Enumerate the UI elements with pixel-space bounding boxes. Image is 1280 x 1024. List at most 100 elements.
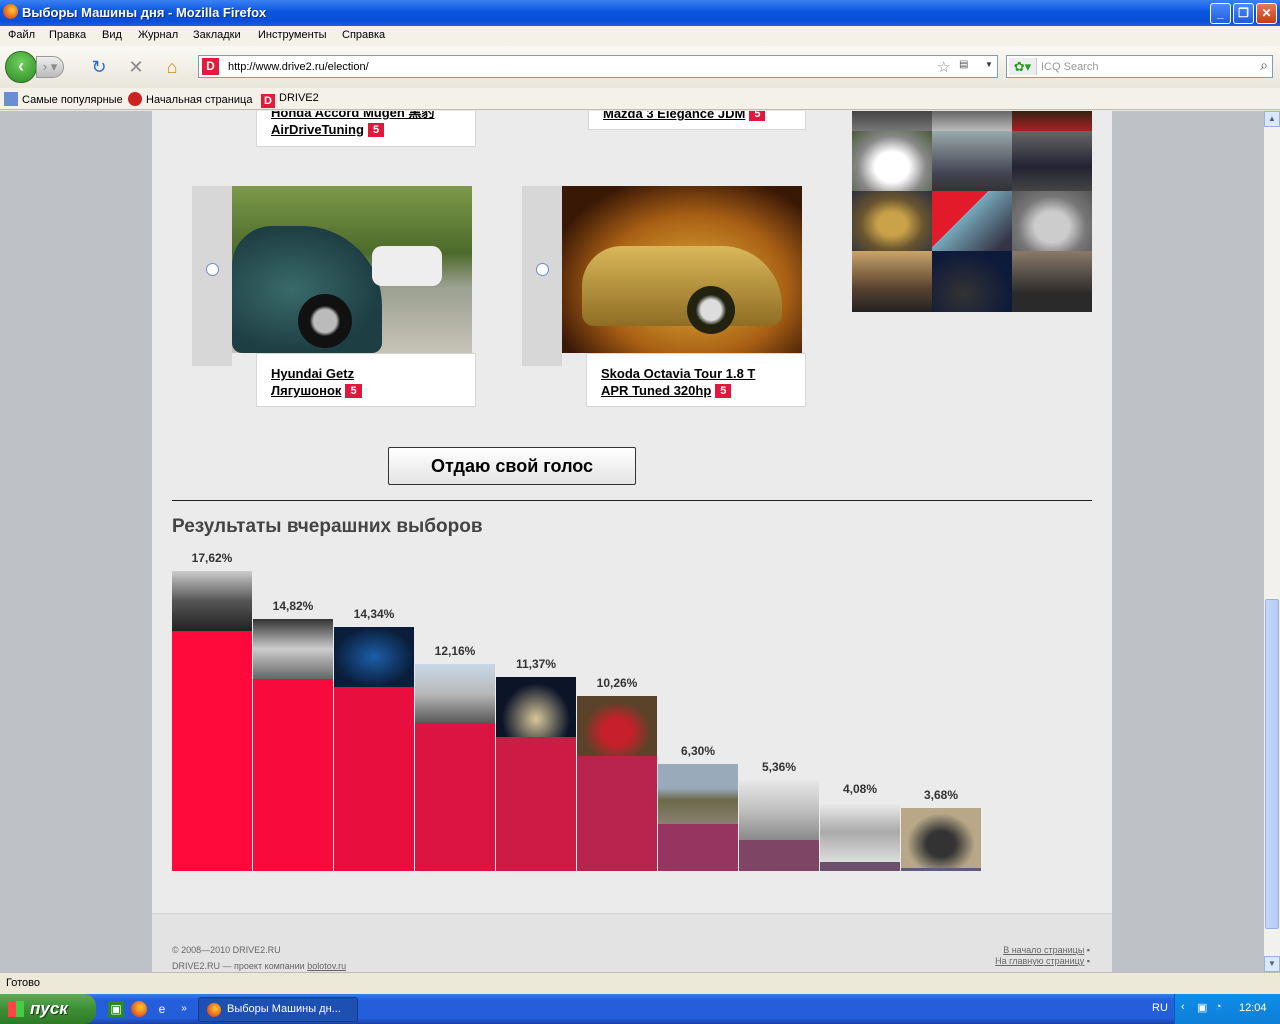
menu-bookmarks[interactable]: Закладки bbox=[193, 29, 241, 41]
rating-badge: 5 bbox=[345, 384, 362, 398]
footer-link-home[interactable]: На главную страницу ▪ bbox=[995, 956, 1090, 966]
bookmark-most-visited[interactable]: Самые популярные bbox=[4, 92, 123, 106]
candidate-link-honda[interactable]: Honda Accord Mugen 黒豹 AirDriveTuning bbox=[271, 111, 434, 137]
candidate-radio-strip bbox=[192, 186, 232, 366]
bookmark-star-icon[interactable]: ☆ bbox=[937, 58, 950, 76]
page-footer: © 2008—2010 DRIVE2.RU DRIVE2.RU — проект… bbox=[152, 913, 1112, 972]
vertical-scrollbar[interactable]: ▲ ▼ bbox=[1264, 111, 1280, 972]
footer-link-top[interactable]: В начало страницы ▪ bbox=[1003, 945, 1090, 955]
close-button[interactable]: ✕ bbox=[1256, 3, 1277, 24]
footer-copyright: © 2008—2010 DRIVE2.RU bbox=[172, 945, 281, 955]
thumbnail[interactable] bbox=[852, 251, 932, 312]
tray-expand-icon[interactable]: ‹ bbox=[1181, 1001, 1185, 1013]
status-text: Готово bbox=[6, 977, 40, 989]
taskbar-firefox-window[interactable]: Выборы Машины дн... bbox=[198, 997, 358, 1022]
result-bar[interactable] bbox=[496, 677, 576, 871]
result-car-thumbnail[interactable] bbox=[739, 780, 819, 840]
thumbnail[interactable] bbox=[852, 131, 932, 191]
menu-history[interactable]: Журнал bbox=[138, 29, 178, 41]
candidate-photo-hyundai[interactable] bbox=[232, 186, 472, 353]
url-text[interactable]: http://www.drive2.ru/election/ bbox=[228, 61, 369, 73]
divider bbox=[172, 500, 1092, 501]
volume-icon[interactable]: ◔ bbox=[1215, 1001, 1222, 1013]
result-percent-label: 4,08% bbox=[842, 782, 878, 796]
back-button[interactable]: ‹ bbox=[5, 51, 37, 83]
result-percent-label: 11,37% bbox=[515, 657, 557, 671]
forward-button[interactable]: › ▾ bbox=[36, 56, 64, 78]
thumbnail[interactable] bbox=[932, 111, 1012, 131]
result-bar[interactable] bbox=[172, 571, 252, 871]
menu-tools[interactable]: Инструменты bbox=[258, 29, 327, 41]
result-car-thumbnail[interactable] bbox=[658, 764, 738, 824]
vote-radio-skoda[interactable] bbox=[536, 263, 549, 276]
bookmark-drive2[interactable]: D DRIVE2 bbox=[261, 92, 319, 108]
search-icon[interactable]: ⌕ bbox=[1260, 57, 1268, 74]
result-percent-label: 14,34% bbox=[353, 607, 395, 621]
menu-file[interactable]: Файл bbox=[8, 29, 35, 41]
menu-edit[interactable]: Правка bbox=[49, 29, 86, 41]
result-bar[interactable] bbox=[253, 619, 333, 871]
url-dropdown-icon[interactable]: ▼ bbox=[985, 60, 993, 69]
candidate-link-mazda[interactable]: Mazda 3 Elegance JDM bbox=[603, 111, 745, 121]
translate-icon[interactable]: ▤ bbox=[959, 59, 968, 70]
result-car-thumbnail[interactable] bbox=[415, 664, 495, 724]
thumbnail[interactable] bbox=[932, 131, 1012, 191]
thumbnail[interactable] bbox=[932, 191, 1012, 251]
result-car-thumbnail[interactable] bbox=[901, 808, 981, 868]
bookmark-start-page[interactable]: Начальная страница bbox=[128, 92, 252, 106]
ie-quicklaunch-icon[interactable]: e bbox=[154, 1001, 170, 1017]
menu-view[interactable]: Вид bbox=[102, 29, 122, 41]
thumbnail[interactable] bbox=[852, 111, 932, 131]
footer-company-link[interactable]: bolotov.ru bbox=[307, 961, 346, 971]
menu-help[interactable]: Справка bbox=[342, 29, 385, 41]
quicklaunch-icon[interactable]: ▣ bbox=[108, 1001, 124, 1017]
bookmark-folder-icon bbox=[4, 92, 18, 106]
candidate-caption-skoda: Skoda Octavia Tour 1.8 T APR Tuned 320hp 5 bbox=[586, 353, 806, 407]
result-car-thumbnail[interactable] bbox=[334, 627, 414, 687]
result-bar[interactable] bbox=[901, 808, 981, 871]
result-percent-label: 3,68% bbox=[923, 788, 959, 802]
candidate-photo-skoda[interactable] bbox=[562, 186, 802, 353]
result-bar[interactable] bbox=[334, 627, 414, 871]
icq-engine-icon[interactable]: ✿▾ bbox=[1009, 58, 1037, 75]
scroll-down-icon[interactable]: ▼ bbox=[1264, 956, 1280, 972]
thumbnail[interactable] bbox=[1012, 251, 1092, 312]
stop-icon[interactable]: ✕ bbox=[125, 56, 147, 78]
result-car-thumbnail[interactable] bbox=[577, 696, 657, 756]
candidate-link-skoda[interactable]: Skoda Octavia Tour 1.8 T APR Tuned 320hp bbox=[601, 366, 755, 398]
quicklaunch-more-icon[interactable]: » bbox=[176, 1001, 192, 1017]
result-car-thumbnail[interactable] bbox=[496, 677, 576, 737]
address-bar[interactable]: D http://www.drive2.ru/election/ ☆ ▤ ▼ bbox=[198, 55, 998, 78]
result-car-thumbnail[interactable] bbox=[253, 619, 333, 679]
search-placeholder[interactable]: ICQ Search bbox=[1041, 61, 1098, 73]
thumbnail[interactable] bbox=[852, 191, 932, 251]
result-bar[interactable] bbox=[820, 802, 900, 871]
maximize-button[interactable]: ❐ bbox=[1233, 3, 1254, 24]
windows-taskbar: пуск ▣ e » Выборы Машины дн... RU ‹ ▣ ◔ … bbox=[0, 994, 1280, 1024]
result-car-thumbnail[interactable] bbox=[820, 802, 900, 862]
minimize-button[interactable]: _ bbox=[1210, 3, 1231, 24]
firefox-quicklaunch-icon[interactable] bbox=[131, 1001, 147, 1017]
drive2-icon: D bbox=[261, 94, 275, 108]
result-car-thumbnail[interactable] bbox=[172, 571, 252, 631]
thumbnail[interactable] bbox=[1012, 131, 1092, 191]
search-box[interactable]: ✿▾ ICQ Search ⌕ bbox=[1006, 55, 1273, 78]
thumbnail[interactable] bbox=[932, 251, 1012, 312]
scrollbar-thumb[interactable] bbox=[1265, 599, 1279, 929]
network-icon[interactable]: ▣ bbox=[1197, 1001, 1207, 1014]
language-indicator[interactable]: RU bbox=[1152, 1002, 1168, 1014]
thumbnail[interactable] bbox=[1012, 191, 1092, 251]
vote-button[interactable]: Отдаю свой голос bbox=[388, 447, 636, 485]
result-bar[interactable] bbox=[415, 664, 495, 871]
result-bar[interactable] bbox=[577, 696, 657, 871]
result-bar[interactable] bbox=[739, 780, 819, 871]
start-button[interactable]: пуск bbox=[0, 994, 96, 1024]
clock: 12:04 bbox=[1239, 1002, 1267, 1014]
reload-icon[interactable]: ↻ bbox=[88, 56, 110, 78]
candidate-link-hyundai[interactable]: Hyundai Getz Лягушонок bbox=[271, 366, 354, 398]
thumbnail[interactable] bbox=[1012, 111, 1092, 131]
scroll-up-icon[interactable]: ▲ bbox=[1264, 111, 1280, 127]
result-bar[interactable] bbox=[658, 764, 738, 871]
vote-radio-hyundai[interactable] bbox=[206, 263, 219, 276]
home-icon[interactable]: ⌂ bbox=[161, 56, 183, 78]
